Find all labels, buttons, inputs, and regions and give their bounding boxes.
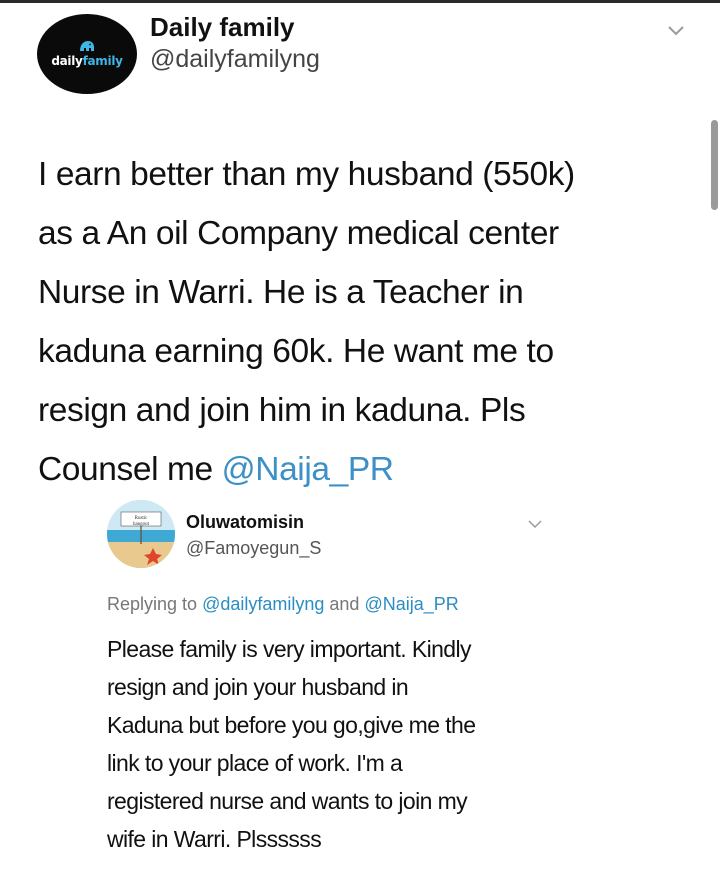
daily-family-avatar[interactable]: dailyfamily bbox=[37, 14, 137, 94]
reply-author-handle[interactable]: @Famoyegun_S bbox=[186, 538, 321, 559]
replying-and: and bbox=[324, 594, 365, 614]
replying-to-line: Replying to @dailyfamilyng and @Naija_PR bbox=[107, 594, 459, 615]
avatar-logo-text: dailyfamily bbox=[51, 54, 123, 68]
elephant-logo-icon bbox=[80, 41, 94, 51]
tweet-body: I earn better than my husband (550k) as … bbox=[38, 145, 688, 499]
tweet-line: I earn better than my husband (550k) bbox=[38, 156, 575, 193]
tweet-line-text: Counsel me bbox=[38, 451, 222, 488]
mention-link[interactable]: @dailyfamilyng bbox=[202, 594, 324, 614]
scrollbar[interactable] bbox=[711, 120, 718, 210]
reply-line: wife in Warri. Plssssss bbox=[107, 826, 322, 852]
tweet-line: kaduna earning 60k. He want me to bbox=[38, 333, 554, 370]
tweet-line: as a An oil Company medical center bbox=[38, 215, 559, 252]
reply-line: link to your place of work. I'm a bbox=[107, 750, 403, 776]
svg-text:Rustic: Rustic bbox=[135, 516, 149, 521]
tweet-line-last: Counsel me @Naija_PR bbox=[38, 440, 688, 499]
mention-link[interactable]: @Naija_PR bbox=[222, 451, 394, 488]
tweet-line: resign and join him in kaduna. Pls bbox=[38, 392, 526, 429]
beach-hangout-logo-icon: Rustic hangout bbox=[107, 500, 175, 568]
tweet-line: Nurse in Warri. He is a Teacher in bbox=[38, 274, 524, 311]
top-divider bbox=[0, 0, 720, 3]
chevron-down-icon[interactable] bbox=[528, 520, 542, 529]
reply-line: registered nurse and wants to join my bbox=[107, 788, 468, 814]
mention-link[interactable]: @Naija_PR bbox=[364, 594, 458, 614]
reply-line: resign and join your husband in bbox=[107, 674, 409, 700]
reply-line: Please family is very important. Kindly bbox=[107, 636, 472, 662]
replying-prefix: Replying to bbox=[107, 594, 203, 614]
tweet-author-name[interactable]: Daily family bbox=[150, 12, 295, 43]
reply-author-avatar[interactable]: Rustic hangout bbox=[107, 500, 175, 568]
chevron-down-icon[interactable] bbox=[667, 25, 685, 37]
reply-line: Kaduna but before you go,give me the bbox=[107, 712, 476, 738]
reply-author-name[interactable]: Oluwatomisin bbox=[186, 512, 304, 533]
tweet-author-handle[interactable]: @dailyfamilyng bbox=[150, 45, 320, 74]
reply-body: Please family is very important. Kindly … bbox=[107, 630, 587, 858]
